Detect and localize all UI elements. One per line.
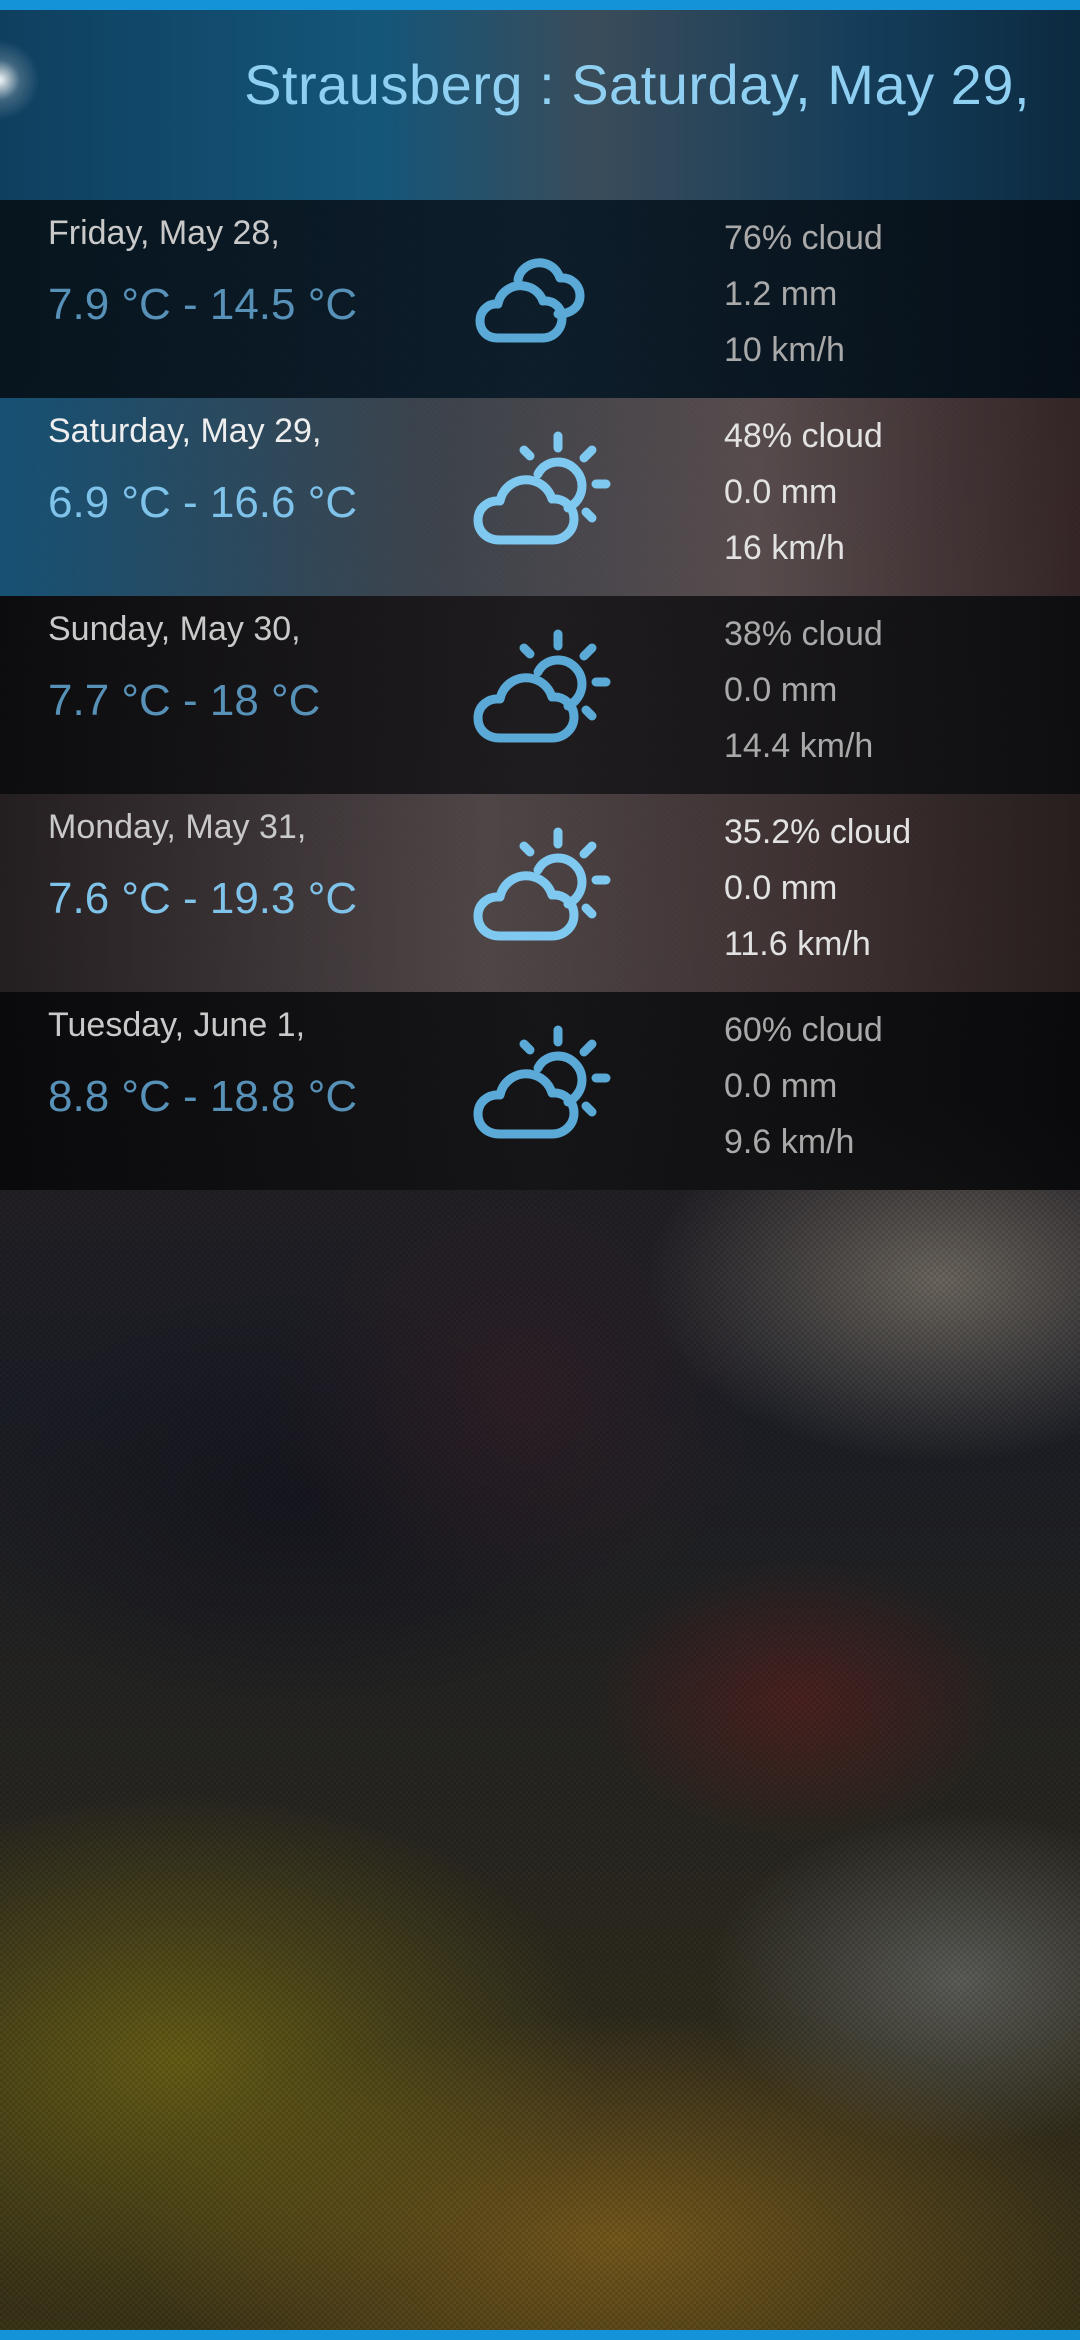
forecast-temperature-range: 7.9 °C - 14.5 °C [48, 280, 358, 329]
wind-speed-value: 9.6 km/h [724, 1123, 855, 1161]
forecast-date: Tuesday, June 1, [48, 1006, 306, 1044]
page-title: Strausberg : Saturday, May 29, [244, 53, 1030, 116]
forecast-temperature-range: 7.6 °C - 19.3 °C [48, 874, 358, 923]
forecast-temperature-range: 7.7 °C - 18 °C [48, 676, 321, 725]
page-header: Strausberg : Saturday, May 29, [0, 10, 1080, 200]
forecast-stats: 60% cloud 0.0 mm 9.6 km/h [724, 1002, 1054, 1170]
precipitation-value: 1.2 mm [724, 275, 838, 313]
forecast-date: Sunday, May 30, [48, 610, 301, 648]
partly-sunny-icon [470, 626, 620, 756]
partly-sunny-icon [470, 1022, 620, 1152]
precipitation-value: 0.0 mm [724, 473, 838, 511]
cloud-cover-value: 76% cloud [724, 219, 883, 257]
forecast-date: Friday, May 28, [48, 214, 280, 252]
wind-speed-value: 14.4 km/h [724, 727, 874, 765]
precipitation-value: 0.0 mm [724, 869, 838, 907]
forecast-list: Friday, May 28, 7.9 °C - 14.5 °C 76% clo… [0, 200, 1080, 1190]
forecast-temperature-range: 8.8 °C - 18.8 °C [48, 1072, 358, 1121]
wind-speed-value: 11.6 km/h [724, 925, 871, 963]
partly-sunny-icon [470, 428, 620, 558]
cloud-cover-value: 48% cloud [724, 417, 883, 455]
forecast-day-row[interactable]: Monday, May 31, 7.6 °C - 19.3 °C 35.2% c… [0, 794, 1080, 992]
forecast-day-row[interactable]: Friday, May 28, 7.9 °C - 14.5 °C 76% clo… [0, 200, 1080, 398]
partly-sunny-icon [470, 824, 620, 954]
top-accent-bar [0, 0, 1080, 10]
forecast-stats: 48% cloud 0.0 mm 16 km/h [724, 408, 1054, 576]
bottom-accent-bar [0, 2330, 1080, 2340]
cloud-cover-value: 35.2% cloud [724, 813, 912, 851]
precipitation-value: 0.0 mm [724, 671, 838, 709]
precipitation-value: 0.0 mm [724, 1067, 838, 1105]
wind-speed-value: 10 km/h [724, 331, 845, 369]
forecast-day-row[interactable]: Tuesday, June 1, 8.8 °C - 18.8 °C 60% cl… [0, 992, 1080, 1190]
forecast-stats: 76% cloud 1.2 mm 10 km/h [724, 210, 1054, 378]
cloudy-icon [470, 230, 620, 360]
forecast-temperature-range: 6.9 °C - 16.6 °C [48, 478, 358, 527]
forecast-date: Monday, May 31, [48, 808, 307, 846]
forecast-stats: 35.2% cloud 0.0 mm 11.6 km/h [724, 804, 1054, 972]
wind-speed-value: 16 km/h [724, 529, 845, 567]
forecast-stats: 38% cloud 0.0 mm 14.4 km/h [724, 606, 1054, 774]
cloud-cover-value: 60% cloud [724, 1011, 883, 1049]
forecast-day-row[interactable]: Sunday, May 30, 7.7 °C - 18 °C 38% cloud… [0, 596, 1080, 794]
forecast-date: Saturday, May 29, [48, 412, 322, 450]
forecast-day-row[interactable]: Saturday, May 29, 6.9 °C - 16.6 °C 48% c… [0, 398, 1080, 596]
cloud-cover-value: 38% cloud [724, 615, 883, 653]
